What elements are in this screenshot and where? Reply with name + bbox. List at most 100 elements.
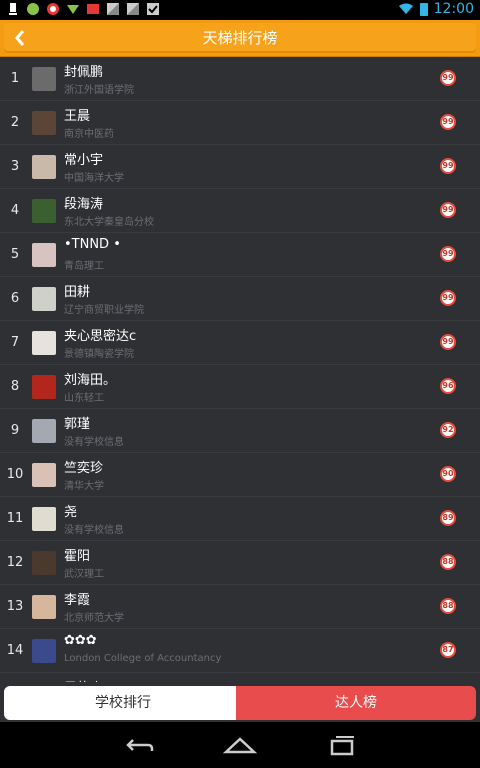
ranking-row[interactable]: 2 王晨 南京中医药 99 bbox=[0, 101, 480, 145]
rank-number: 7 bbox=[10, 335, 20, 350]
rank-number: 12 bbox=[6, 555, 24, 570]
avatar[interactable] bbox=[32, 463, 56, 487]
score-badge: 90 bbox=[440, 466, 456, 482]
ranking-row[interactable]: 10 竺奕珍清华大学 90 bbox=[0, 453, 480, 497]
tab-expert-ranking[interactable]: 达人榜 bbox=[236, 686, 476, 720]
score-badge: 96 bbox=[440, 378, 456, 394]
avatar[interactable] bbox=[32, 551, 56, 575]
ranking-row[interactable]: 7 夹心思密达c 景德镇陶瓷学院 99 bbox=[0, 321, 480, 365]
user-name: 夹心思密达c bbox=[64, 329, 137, 344]
header-bar: 天梯排行榜 bbox=[0, 20, 480, 58]
home-nav-icon[interactable] bbox=[222, 732, 258, 758]
check-icon bbox=[147, 3, 159, 15]
score-badge: 99 bbox=[440, 114, 456, 130]
user-school: 浙江外国语学院 bbox=[64, 85, 134, 96]
avatar[interactable] bbox=[32, 111, 56, 135]
user-name: 郭瑾 bbox=[64, 417, 91, 432]
user-name: 刘海田。 bbox=[64, 373, 117, 388]
user-school: 中国海洋大学 bbox=[64, 173, 124, 184]
user-school: 没有学校信息 bbox=[64, 437, 124, 448]
page-title: 天梯排行榜 bbox=[202, 29, 278, 47]
score-badge: 88 bbox=[440, 554, 456, 570]
notification-icons bbox=[6, 2, 160, 16]
avatar[interactable] bbox=[32, 419, 56, 443]
download-icon bbox=[9, 3, 17, 15]
ranking-row[interactable]: 8 刘海田。山东轻工 96 bbox=[0, 365, 480, 409]
ranking-row[interactable]: 5 •TNND • 青岛理工 99 bbox=[0, 233, 480, 277]
avatar[interactable] bbox=[32, 67, 56, 91]
user-school: 东北大学秦皇岛分校 bbox=[64, 217, 154, 228]
score-badge: 88 bbox=[440, 598, 456, 614]
ranking-row[interactable]: 4 段海涛东北大学秦皇岛分校 99 bbox=[0, 189, 480, 233]
ranking-row[interactable]: 12 霍阳 武汉理工 88 bbox=[0, 541, 480, 585]
tab-school-ranking-label: 学校排行 bbox=[95, 695, 151, 711]
score-badge: 87 bbox=[440, 642, 456, 658]
rank-number: 1 bbox=[10, 71, 20, 86]
ranking-row[interactable]: 14 ✿✿✿ London College of Accountancy 87 bbox=[0, 629, 480, 673]
ranking-row[interactable]: 11 尧没有学校信息 89 bbox=[0, 497, 480, 541]
avatar[interactable] bbox=[32, 595, 56, 619]
ranking-row[interactable]: 1 封佩鹏浙江外国语学院 99 bbox=[0, 57, 480, 101]
sync-icon bbox=[47, 3, 59, 15]
rank-number: 11 bbox=[6, 511, 24, 526]
rank-number: 4 bbox=[10, 203, 20, 218]
avatar[interactable] bbox=[32, 155, 56, 179]
score-badge: 99 bbox=[440, 202, 456, 218]
status-bar: 12:00 bbox=[0, 0, 480, 20]
user-school: 清华大学 bbox=[64, 481, 104, 492]
rank-number: 6 bbox=[10, 291, 20, 306]
user-name: 竺奕珍 bbox=[64, 461, 104, 476]
user-name: 段海涛 bbox=[64, 197, 104, 212]
ranking-row[interactable]: 13 李霞 北京师范大学 88 bbox=[0, 585, 480, 629]
user-school: London College of Accountancy bbox=[64, 653, 222, 664]
ranking-row[interactable]: 15尹艳爽86 bbox=[0, 673, 480, 682]
user-school: 南京中医药 bbox=[64, 129, 114, 140]
score-badge: 92 bbox=[440, 422, 456, 438]
rank-number: 15 bbox=[0, 673, 30, 682]
user-name: 封佩鹏 bbox=[64, 65, 104, 80]
score-badge: 99 bbox=[440, 290, 456, 306]
user-name: 尧 bbox=[64, 505, 78, 520]
score-badge: 99 bbox=[440, 334, 456, 350]
rank-number: 2 bbox=[10, 115, 20, 130]
rank-number: 3 bbox=[10, 159, 20, 174]
user-name: •TNND • bbox=[64, 237, 121, 252]
ranking-row[interactable]: 6 田耕 辽宁商贸职业学院 99 bbox=[0, 277, 480, 321]
avatar[interactable] bbox=[32, 287, 56, 311]
avatar[interactable] bbox=[32, 639, 56, 663]
user-school: 没有学校信息 bbox=[64, 525, 124, 536]
avatar[interactable] bbox=[32, 507, 56, 531]
user-name: 常小宇 bbox=[64, 153, 104, 168]
ranking-row[interactable]: 9 郭瑾没有学校信息 92 bbox=[0, 409, 480, 453]
wifi-icon bbox=[398, 3, 413, 14]
tab-school-ranking[interactable]: 学校排行 bbox=[4, 686, 242, 720]
avatar[interactable] bbox=[32, 243, 56, 267]
user-school: 北京师范大学 bbox=[64, 613, 124, 624]
image-icon-2 bbox=[127, 3, 139, 15]
message-icon bbox=[87, 4, 99, 14]
user-school: 武汉理工 bbox=[64, 569, 104, 580]
user-school: 山东轻工 bbox=[64, 393, 104, 404]
avatar[interactable] bbox=[32, 331, 56, 355]
recents-nav-icon[interactable] bbox=[324, 732, 360, 758]
avatar[interactable] bbox=[32, 199, 56, 223]
back-nav-icon[interactable] bbox=[120, 732, 156, 758]
ranking-row[interactable]: 3 常小宇 中国海洋大学 99 bbox=[0, 145, 480, 189]
score-badge: 99 bbox=[440, 70, 456, 86]
avatar[interactable] bbox=[32, 375, 56, 399]
rank-number: 10 bbox=[6, 467, 24, 482]
signal-app-icon bbox=[67, 5, 79, 14]
user-name: ✿✿✿ bbox=[64, 633, 97, 648]
rank-number: 5 bbox=[10, 247, 20, 262]
app-icon bbox=[27, 3, 39, 15]
tab-bar: 学校排行 达人榜 bbox=[0, 682, 480, 722]
battery-icon bbox=[419, 2, 428, 16]
user-school: 青岛理工 bbox=[64, 261, 104, 272]
image-icon bbox=[107, 3, 119, 15]
rank-number: 8 bbox=[10, 379, 20, 394]
user-school: 辽宁商贸职业学院 bbox=[64, 305, 144, 316]
score-badge: 89 bbox=[440, 510, 456, 526]
rank-number: 14 bbox=[6, 643, 24, 658]
ranking-list[interactable]: 1 封佩鹏 浙江外国语学院 99 2 王晨 南京中医药 99 3 常小宇 中国海洋大学 99 4 段海涛东… bbox=[0, 57, 480, 682]
rank-number: 9 bbox=[10, 423, 20, 438]
